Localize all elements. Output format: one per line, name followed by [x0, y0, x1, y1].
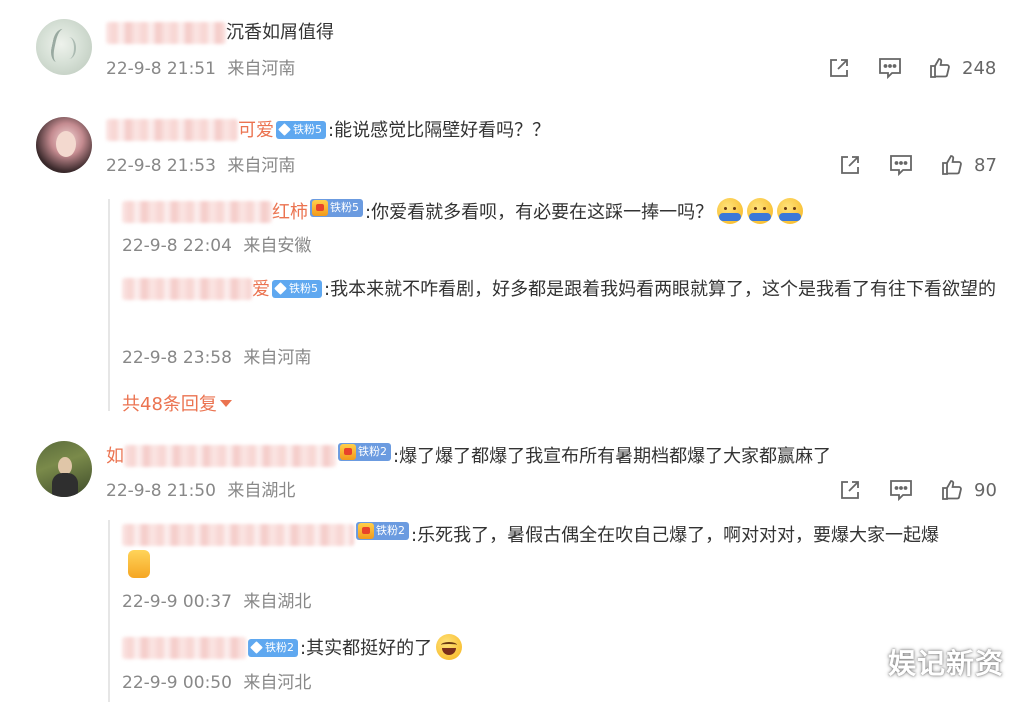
fan-badge: 铁粉2 [356, 522, 409, 540]
fan-badge: 铁粉5 [310, 199, 363, 217]
comment-text: :爆了爆了都爆了我宣布所有暑期档都爆了大家都赢麻了 [393, 446, 832, 467]
comment-meta: 22-9-8 21:51 来自河南 [106, 58, 295, 80]
thumbs-up-icon [942, 480, 962, 500]
share-button[interactable] [838, 478, 862, 502]
reply-emoji-line [124, 550, 150, 578]
reply-text: :其实都挺好的了 [300, 638, 433, 659]
reply-location: 来自河北 [243, 673, 312, 693]
caret-down-icon [219, 400, 232, 407]
reply-location: 来自河南 [243, 348, 312, 368]
comment-time: 22-9-8 21:53 [106, 156, 216, 176]
reply-line: 铁粉2:乐死我了，暑假古偶全在吹自己爆了，啊对对对，要爆大家一起爆 [122, 522, 939, 548]
blurred-username [122, 637, 246, 659]
avatar[interactable] [36, 117, 92, 173]
diamond-icon [278, 123, 291, 136]
crown-icon [312, 200, 328, 216]
laughing-emoji [436, 634, 463, 660]
reply-thread-line [108, 520, 110, 702]
reply-time: 22-9-9 00:37 [122, 592, 232, 612]
comment-icon [890, 480, 912, 502]
reply-time: 22-9-8 23:58 [122, 348, 232, 368]
hug-emoji [717, 198, 744, 224]
username-tail[interactable]: 可爱 [238, 120, 274, 141]
hug-emoji [777, 198, 804, 224]
fan-badge: 铁粉2 [338, 443, 391, 461]
blurred-username [106, 119, 238, 141]
reply-meta: 22-9-8 23:58 来自河南 [122, 347, 311, 369]
reply-location: 来自湖北 [243, 592, 312, 612]
reply-time: 22-9-9 00:50 [122, 673, 232, 693]
username-head[interactable]: 如 [106, 446, 124, 467]
reply-meta: 22-9-9 00:37 来自湖北 [122, 591, 311, 613]
thumbs-up-icon [930, 58, 950, 78]
fan-badge: 铁粉5 [272, 279, 322, 298]
comment-icon [879, 58, 901, 80]
reply-thread-line [108, 199, 110, 411]
share-icon [830, 59, 848, 77]
reply-meta: 22-9-8 22:04 来自安徽 [122, 235, 311, 257]
reply-location: 来自安徽 [243, 236, 312, 256]
comment-text: 沉香如屑值得 [226, 22, 334, 43]
comment-time: 22-9-8 21:50 [106, 481, 216, 501]
like-button[interactable]: 87 [940, 153, 997, 177]
like-count: 90 [974, 479, 997, 501]
blurred-username [122, 524, 354, 546]
comment-meta: 22-9-8 21:53 来自河南 [106, 155, 295, 177]
comment-time: 22-9-8 21:51 [106, 59, 216, 79]
reply-line: 铁粉2:其实都挺好的了 [122, 634, 463, 661]
blurred-username [124, 445, 336, 467]
crown-icon [340, 444, 356, 460]
comment-text: :能说感觉比隔壁好看吗？？ [328, 120, 551, 141]
comment-meta: 22-9-8 21:50 来自湖北 [106, 480, 295, 502]
comment-line: 如 铁粉2:爆了爆了都爆了我宣布所有暑期档都爆了大家都赢麻了 [106, 443, 831, 469]
diamond-icon [274, 282, 287, 295]
reply-meta: 22-9-9 00:50 来自河北 [122, 672, 311, 694]
more-replies-link[interactable]: 共48条回复 [122, 390, 232, 416]
avatar[interactable] [36, 441, 92, 497]
like-count: 248 [962, 57, 997, 79]
share-button[interactable] [827, 56, 851, 80]
like-button[interactable]: 248 [928, 56, 996, 80]
comment-button[interactable] [888, 153, 914, 177]
hug-emoji [747, 198, 774, 224]
reply-text: :乐死我了，暑假古偶全在吹自己爆了，啊对对对，要爆大家一起爆 [411, 525, 940, 546]
comment-button[interactable] [877, 56, 903, 80]
reply-line: 爱铁粉5:我本来就不咋看剧，好多都是跟着我妈看两眼就算了，这个是我看了有往下看欲… [122, 275, 1002, 305]
username-tail[interactable]: 爱 [252, 279, 270, 300]
fan-badge: 铁粉2 [248, 638, 298, 657]
blurred-username [106, 22, 226, 44]
comment-location: 来自河南 [227, 156, 296, 176]
share-icon [841, 156, 859, 174]
fan-badge: 铁粉5 [276, 120, 326, 139]
reply-text: :我本来就不咋看剧，好多都是跟着我妈看两眼就算了，这个是我看了有往下看欲望的 [324, 279, 997, 300]
comment-icon [890, 155, 912, 177]
thumbs-up-emoji [128, 550, 150, 578]
comment-button[interactable] [888, 478, 914, 502]
reply-text: :你爱看就多看呗，有必要在这踩一捧一吗？ [365, 202, 714, 223]
like-button[interactable]: 90 [940, 478, 997, 502]
comment-location: 来自河南 [227, 59, 296, 79]
diamond-icon [250, 641, 263, 654]
thumbs-up-icon [942, 155, 962, 175]
avatar[interactable] [36, 19, 92, 75]
watermark: 娱记新资 [887, 647, 1004, 680]
comment-location: 来自湖北 [227, 481, 296, 501]
username-tail[interactable]: 红柿 [272, 202, 308, 223]
reply-line: 红柿 铁粉5:你爱看就多看呗，有必要在这踩一捧一吗？ [122, 198, 804, 225]
crown-icon [358, 523, 374, 539]
comment-line: 可爱 铁粉5:能说感觉比隔壁好看吗？？ [106, 119, 550, 143]
like-count: 87 [974, 154, 997, 176]
blurred-username [122, 278, 252, 300]
blurred-username [122, 201, 272, 223]
share-button[interactable] [838, 153, 862, 177]
reply-time: 22-9-8 22:04 [122, 236, 232, 256]
share-icon [841, 481, 859, 499]
